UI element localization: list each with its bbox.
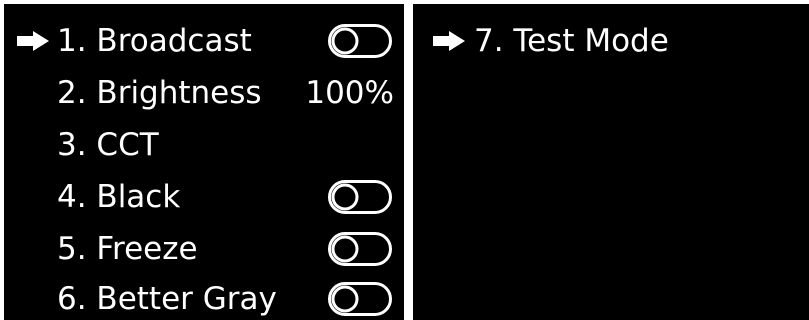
menu-item-black[interactable]: 4. Black — [4, 170, 404, 222]
menu-item-label: 6. Better Gray — [57, 281, 277, 317]
better-gray-toggle[interactable] — [328, 282, 392, 316]
menu-item-label: 7. Test Mode — [474, 23, 669, 59]
menu-item-test-mode[interactable]: 7. Test Mode — [413, 14, 809, 66]
menu-item-label: 3. CCT — [57, 127, 159, 163]
arrow-right-icon — [16, 31, 50, 51]
menu-item-label: 2. Brightness — [57, 75, 262, 111]
menu-item-better-gray[interactable]: 6. Better Gray — [4, 272, 404, 320]
menu-item-broadcast[interactable]: 1. Broadcast — [4, 14, 404, 66]
menu-item-label: 1. Broadcast — [57, 23, 252, 59]
brightness-value: 100% — [305, 75, 394, 111]
freeze-toggle[interactable] — [328, 232, 392, 266]
arrow-right-icon — [432, 31, 466, 51]
menu-item-label: 4. Black — [57, 179, 181, 215]
menu-item-cct[interactable]: 3. CCT — [4, 118, 404, 170]
menu-item-brightness[interactable]: 2. Brightness 100% — [4, 66, 404, 118]
menu-item-label: 5. Freeze — [57, 231, 198, 267]
left-menu-screen: 1. Broadcast 2. Brightness 100% 3. CCT 4… — [4, 4, 404, 320]
right-menu-screen: 7. Test Mode — [413, 4, 809, 320]
menu-item-freeze[interactable]: 5. Freeze — [4, 222, 404, 274]
black-toggle[interactable] — [328, 180, 392, 214]
broadcast-toggle[interactable] — [328, 24, 392, 58]
